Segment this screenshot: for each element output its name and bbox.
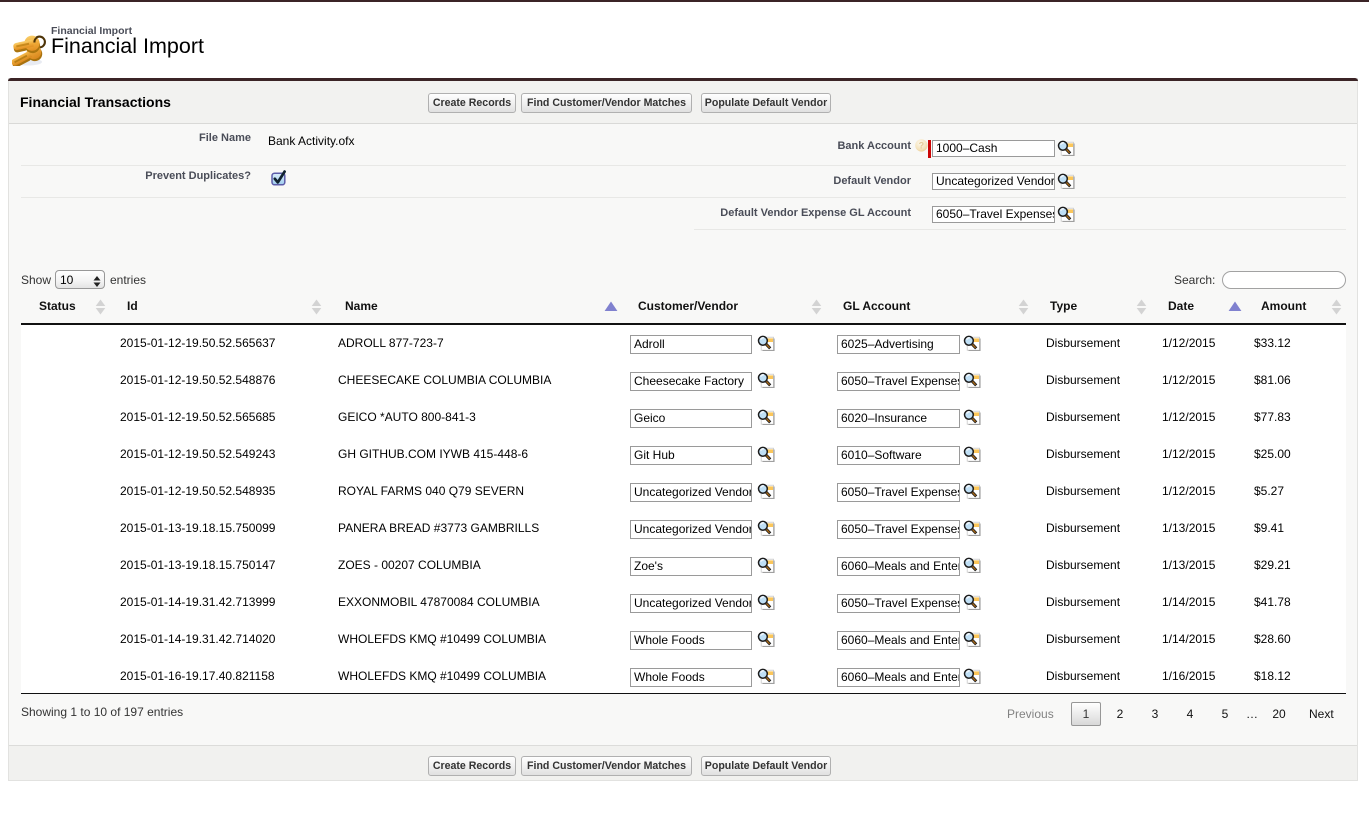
svg-text:?: ? [918,141,924,151]
